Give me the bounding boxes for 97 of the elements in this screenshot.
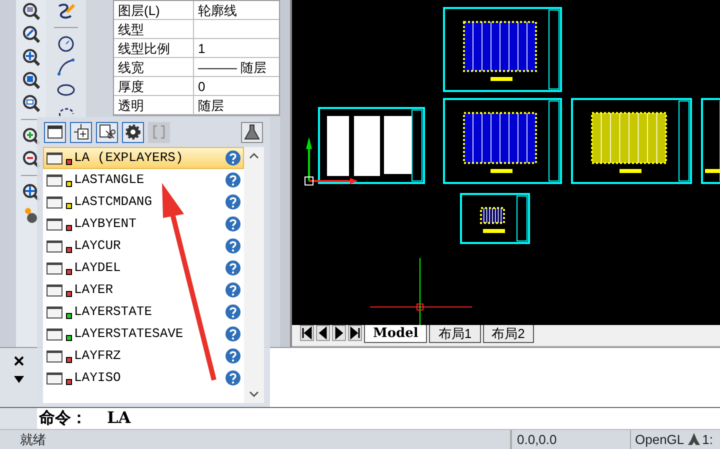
- layout-tab[interactable]: 布局1: [429, 325, 481, 343]
- help-icon[interactable]: [225, 238, 241, 254]
- property-label: 线宽: [114, 58, 194, 76]
- command-list-item[interactable]: LASTANGLE: [43, 169, 244, 191]
- command-name: LA (EXPLAYERS): [74, 149, 184, 168]
- layer-icon: [46, 282, 64, 298]
- property-value[interactable]: ——— 随层: [194, 58, 279, 76]
- command-name: LAYDEL: [74, 259, 122, 278]
- layer-icon: [46, 238, 64, 254]
- command-name: LAYER: [74, 281, 114, 300]
- zoom-icon[interactable]: [22, 25, 40, 43]
- help-icon[interactable]: [225, 348, 241, 364]
- help-icon[interactable]: [225, 326, 241, 342]
- command-list-item[interactable]: LAYER: [43, 279, 244, 301]
- layout-tab[interactable]: Model: [364, 325, 428, 343]
- zoom-window-icon[interactable]: [22, 2, 40, 20]
- drawing-canvas[interactable]: [292, 0, 720, 325]
- flask-icon: [244, 124, 260, 140]
- spline-icon[interactable]: [57, 2, 75, 20]
- insert-button[interactable]: [70, 122, 92, 142]
- next-tab-button[interactable]: [332, 325, 346, 341]
- command-list-item[interactable]: LAYBYENT: [43, 213, 244, 235]
- help-icon[interactable]: [225, 150, 241, 166]
- command-list-item[interactable]: LAYISO: [43, 367, 244, 389]
- property-label: 线型比例: [114, 39, 194, 57]
- help-icon[interactable]: [225, 370, 241, 386]
- command-name: LASTCMDANG: [74, 193, 154, 212]
- zoom-extents-icon[interactable]: [22, 71, 40, 89]
- scissors-icon: [98, 123, 116, 141]
- dropdown-icon[interactable]: [14, 376, 24, 383]
- command-name: LASTANGLE: [74, 171, 146, 190]
- insert-icon: [72, 123, 90, 141]
- coordinates-text: 0.0,0.0: [510, 430, 630, 449]
- help-icon[interactable]: [225, 194, 241, 210]
- zoom-window-icon[interactable]: [22, 94, 40, 112]
- scrollbar[interactable]: [280, 0, 290, 347]
- command-list-item[interactable]: LAYERSTATESAVE: [43, 323, 244, 345]
- close-icon[interactable]: [14, 356, 24, 366]
- command-name: LAYFRZ: [74, 347, 122, 366]
- command-name: LAYISO: [74, 369, 122, 388]
- scroll-up-icon[interactable]: [249, 153, 259, 159]
- property-label: 厚度: [114, 77, 194, 95]
- property-label: 透明: [114, 96, 194, 114]
- renderer-text: OpenGL: [630, 430, 688, 449]
- help-icon[interactable]: [225, 304, 241, 320]
- window-icon: [46, 123, 64, 141]
- scroll-down-icon[interactable]: [249, 391, 259, 397]
- status-text: 就绪: [19, 430, 47, 448]
- zoom-in-icon[interactable]: [22, 48, 40, 66]
- zoom-out-icon[interactable]: [22, 150, 40, 168]
- first-tab-button[interactable]: [300, 325, 314, 341]
- command-list-item[interactable]: LAYCUR: [43, 235, 244, 257]
- layer-icon: [46, 216, 64, 232]
- scrollbar[interactable]: [244, 147, 264, 403]
- drawing-sheet: [460, 193, 530, 244]
- annotation-scale-icon[interactable]: [688, 433, 700, 446]
- window-button[interactable]: [44, 122, 66, 142]
- last-tab-button[interactable]: [348, 325, 362, 341]
- layer-icon: [46, 172, 64, 188]
- brackets-icon: [153, 125, 165, 139]
- layer-icon: [46, 150, 64, 166]
- flask-button[interactable]: [241, 122, 263, 142]
- arc-icon[interactable]: [57, 58, 75, 76]
- layer-icon: [46, 370, 64, 386]
- layer-icon: [46, 304, 64, 320]
- gear-icon: [124, 123, 142, 141]
- command-name: LAYCUR: [74, 237, 122, 256]
- previous-tab-button[interactable]: [316, 325, 330, 341]
- command-list-item[interactable]: LAYFRZ: [43, 345, 244, 367]
- property-value[interactable]: 轮廓线: [194, 1, 279, 19]
- property-value[interactable]: 1: [194, 39, 279, 57]
- layout-tab[interactable]: 布局2: [482, 325, 534, 343]
- layer-icon: [46, 260, 64, 276]
- gear-button[interactable]: [122, 122, 144, 142]
- help-icon[interactable]: [225, 260, 241, 276]
- help-icon[interactable]: [225, 216, 241, 232]
- layer-icon: [46, 326, 64, 342]
- help-icon[interactable]: [225, 172, 241, 188]
- ucs-icon: [304, 137, 358, 186]
- layer-icon: [46, 194, 64, 210]
- command-name: LAYERSTATE: [74, 303, 154, 322]
- command-list-item[interactable]: LAYERSTATE: [43, 301, 244, 323]
- property-value[interactable]: 0: [194, 77, 279, 95]
- command-name: LAYERSTATESAVE: [74, 325, 184, 344]
- property-label: 线型: [114, 20, 194, 38]
- layer-icon: [46, 348, 64, 364]
- command-name: LAYBYENT: [74, 215, 138, 234]
- help-icon[interactable]: [225, 282, 241, 298]
- command-prompt: 命令：: [39, 407, 87, 429]
- property-label: 图层(L): [114, 1, 194, 19]
- scissors-button[interactable]: [96, 122, 118, 142]
- command-list-item[interactable]: LAYDEL: [43, 257, 244, 279]
- command-list-item[interactable]: LA (EXPLAYERS): [43, 147, 244, 169]
- command-value: LA: [107, 407, 131, 429]
- property-value[interactable]: 随层: [194, 96, 279, 114]
- scale-text: 1:: [701, 430, 713, 448]
- circle-icon[interactable]: [57, 35, 75, 53]
